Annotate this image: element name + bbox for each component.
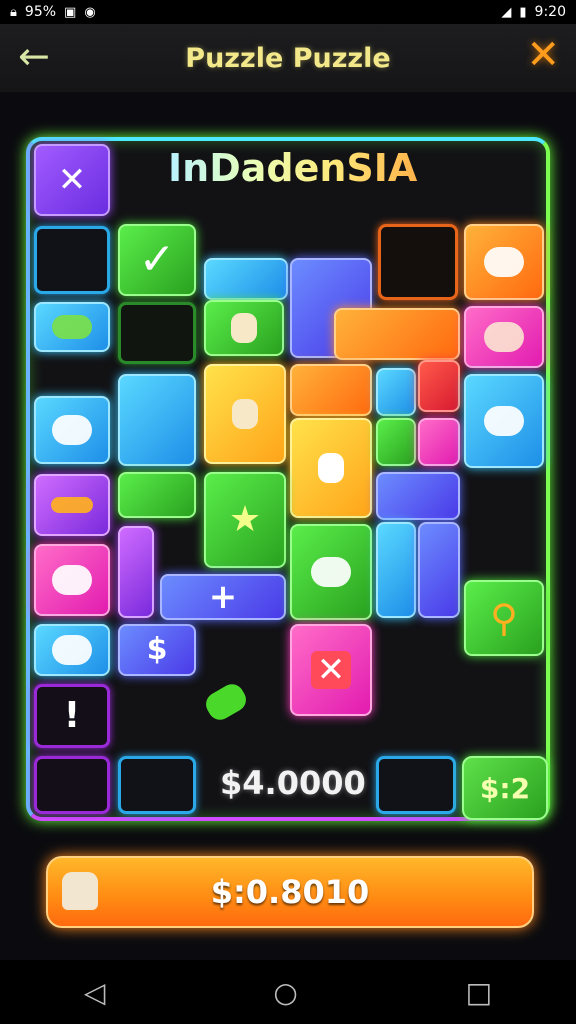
system-nav-bar: ◁ ○ □ bbox=[0, 960, 576, 1024]
ghost-icon bbox=[318, 453, 344, 483]
check-tile[interactable]: ✓ bbox=[118, 224, 196, 296]
x-icon: ✕ bbox=[310, 651, 352, 689]
star-icon: ★ bbox=[228, 499, 262, 540]
block-tile[interactable] bbox=[204, 258, 288, 300]
chef-hat-icon bbox=[62, 872, 98, 910]
plus-tile[interactable]: + bbox=[160, 574, 286, 620]
empty-cell[interactable] bbox=[34, 756, 110, 814]
bonus-badge[interactable]: $:2 bbox=[462, 756, 548, 820]
page-title: Puzzle Puzzle bbox=[185, 42, 391, 74]
ghost-tile[interactable] bbox=[290, 418, 372, 518]
x-tile[interactable]: ✕ bbox=[290, 624, 372, 716]
buy-price: $:0.8010 bbox=[210, 873, 370, 911]
empty-cell[interactable] bbox=[376, 756, 456, 814]
star-tile[interactable]: ★ bbox=[204, 472, 286, 568]
signal-icon: ▮ bbox=[519, 4, 527, 20]
lizard-tile[interactable] bbox=[34, 474, 110, 536]
bird-tile[interactable] bbox=[204, 300, 284, 356]
block-tile[interactable] bbox=[418, 522, 460, 618]
sheep-icon bbox=[311, 557, 351, 587]
top-bar: ← Puzzle Puzzle ✕ bbox=[0, 24, 576, 92]
block-tile[interactable] bbox=[118, 526, 154, 618]
hint-tile[interactable]: ! bbox=[34, 684, 110, 748]
chef-icon bbox=[232, 399, 258, 429]
chef-tile[interactable] bbox=[204, 364, 286, 464]
plus-label: + bbox=[208, 577, 238, 617]
lock-icon: 🔒︎ bbox=[10, 4, 17, 20]
sheep-icon bbox=[484, 247, 524, 277]
key-tile[interactable]: ⚲ bbox=[464, 580, 544, 656]
block-tile[interactable] bbox=[118, 374, 196, 466]
shuffle-tile[interactable]: ✕ bbox=[34, 144, 110, 216]
bird-icon bbox=[231, 313, 257, 343]
sheep-icon bbox=[52, 635, 92, 665]
clock: 9:20 bbox=[534, 4, 566, 20]
sheep-tile[interactable] bbox=[34, 624, 110, 676]
cloud-icon bbox=[52, 415, 92, 445]
back-button[interactable]: ← bbox=[18, 34, 50, 78]
block-tile[interactable] bbox=[418, 418, 460, 466]
key-icon: ⚲ bbox=[490, 596, 518, 640]
app-icon: ▣ bbox=[64, 4, 77, 20]
score-label: $4.0000 bbox=[220, 764, 366, 802]
empty-cell[interactable] bbox=[118, 756, 196, 814]
sheep-tile[interactable] bbox=[464, 374, 544, 468]
cat-tile[interactable] bbox=[34, 544, 110, 616]
frog-icon bbox=[52, 315, 92, 339]
pig-icon bbox=[484, 322, 524, 352]
dollar-tile[interactable]: $ bbox=[118, 624, 196, 676]
nav-back-button[interactable]: ◁ bbox=[84, 976, 106, 1009]
level-name: InDadenSIA bbox=[168, 146, 418, 190]
dollar-label: $ bbox=[146, 632, 168, 667]
exclaim-label: ! bbox=[63, 695, 81, 736]
sheep-icon bbox=[484, 406, 524, 436]
cloud-tile[interactable] bbox=[34, 396, 110, 464]
sheep-tile[interactable] bbox=[464, 224, 544, 300]
lizard-icon bbox=[51, 497, 93, 513]
empty-cell[interactable] bbox=[118, 302, 196, 364]
empty-cell[interactable] bbox=[34, 226, 110, 294]
block-tile[interactable] bbox=[290, 364, 372, 416]
status-bar: 🔒︎ 95% ▣ ◉ ◢ ▮ 9:20 bbox=[0, 0, 576, 24]
notification-icon: ◉ bbox=[84, 4, 96, 20]
block-tile[interactable] bbox=[376, 472, 460, 520]
sheep-tile[interactable] bbox=[290, 524, 372, 620]
block-tile[interactable] bbox=[334, 308, 460, 360]
nav-home-button[interactable]: ○ bbox=[273, 976, 297, 1009]
cat-icon bbox=[52, 565, 92, 595]
block-tile[interactable] bbox=[118, 472, 196, 518]
empty-cell[interactable] bbox=[378, 224, 458, 300]
block-tile[interactable] bbox=[376, 522, 416, 618]
block-tile[interactable] bbox=[418, 360, 460, 412]
nav-recents-button[interactable]: □ bbox=[466, 976, 492, 1009]
check-icon: ✓ bbox=[138, 234, 176, 285]
wifi-icon: ◢ bbox=[501, 4, 512, 20]
shuffle-icon: ✕ bbox=[57, 160, 87, 200]
block-tile[interactable] bbox=[376, 418, 416, 466]
battery-percent: 95% bbox=[24, 4, 57, 20]
frog-tile[interactable] bbox=[34, 302, 110, 352]
pig-tile[interactable] bbox=[464, 306, 544, 368]
close-button[interactable]: ✕ bbox=[526, 32, 560, 78]
block-tile[interactable] bbox=[376, 368, 416, 416]
buy-button[interactable]: $:0.8010 bbox=[46, 856, 534, 928]
